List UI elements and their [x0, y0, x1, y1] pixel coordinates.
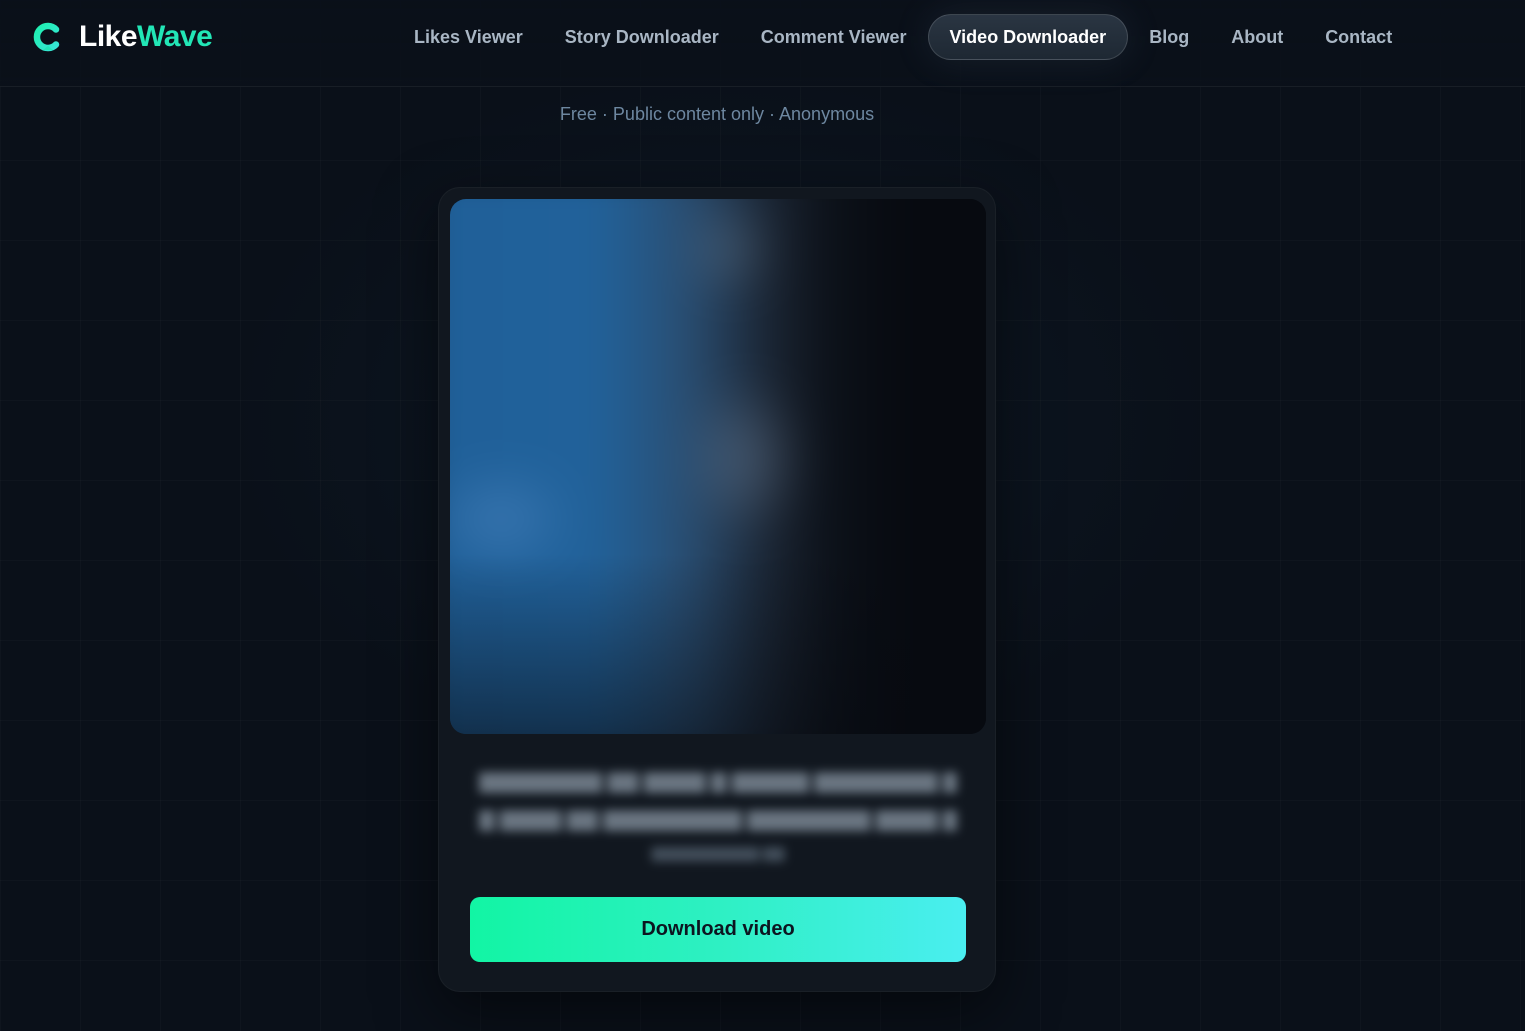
caption-meta: ▇▇▇▇▇▇▇▇▇▇ ▇▇	[651, 845, 785, 861]
nav-item-story-downloader[interactable]: Story Downloader	[544, 14, 740, 60]
nav-item-likes-viewer[interactable]: Likes Viewer	[393, 14, 544, 60]
brand-c-logo-icon	[33, 22, 60, 52]
nav-item-comment-viewer[interactable]: Comment Viewer	[740, 14, 928, 60]
preview-shade	[450, 554, 986, 734]
nav-item-contact[interactable]: Contact	[1304, 14, 1413, 60]
brand-name-part1: Like	[79, 20, 138, 53]
main-nav: Likes Viewer Story Downloader Comment Vi…	[393, 14, 1413, 60]
top-navigation-bar: LikeWave Likes Viewer Story Downloader C…	[0, 0, 1525, 87]
caption-line: ▇ ▇▇▇▇ ▇▇ ▇▇▇▇▇▇▇▇▇ ▇▇▇▇▇▇▇▇ ▇▇▇▇ ▇▇▇▇ ▇	[479, 809, 957, 831]
brand-logo-link[interactable]: LikeWave	[31, 19, 213, 55]
brand-name-part2: Wave	[137, 20, 213, 53]
caption-line: ▇▇▇▇▇▇▇▇ ▇▇ ▇▇▇▇ ▇ ▇▇▇▇▇ ▇▇▇▇▇▇▇▇ ▇	[479, 771, 957, 793]
download-video-button[interactable]: Download video	[470, 897, 966, 962]
nav-item-video-downloader[interactable]: Video Downloader	[927, 14, 1129, 60]
video-caption-blurred: ▇▇▇▇▇▇▇▇ ▇▇ ▇▇▇▇ ▇ ▇▇▇▇▇ ▇▇▇▇▇▇▇▇ ▇ ▇ ▇▇…	[479, 763, 957, 862]
feature-tagline: Free · Public content only · Anonymous	[559, 104, 875, 124]
nav-item-about[interactable]: About	[1210, 14, 1304, 60]
brand-name: LikeWave	[79, 19, 213, 55]
video-result-card: ▇▇▇▇▇▇▇▇ ▇▇ ▇▇▇▇ ▇ ▇▇▇▇▇ ▇▇▇▇▇▇▇▇ ▇ ▇ ▇▇…	[438, 187, 996, 992]
video-preview-thumbnail[interactable]	[450, 199, 986, 734]
nav-item-blog[interactable]: Blog	[1128, 14, 1210, 60]
